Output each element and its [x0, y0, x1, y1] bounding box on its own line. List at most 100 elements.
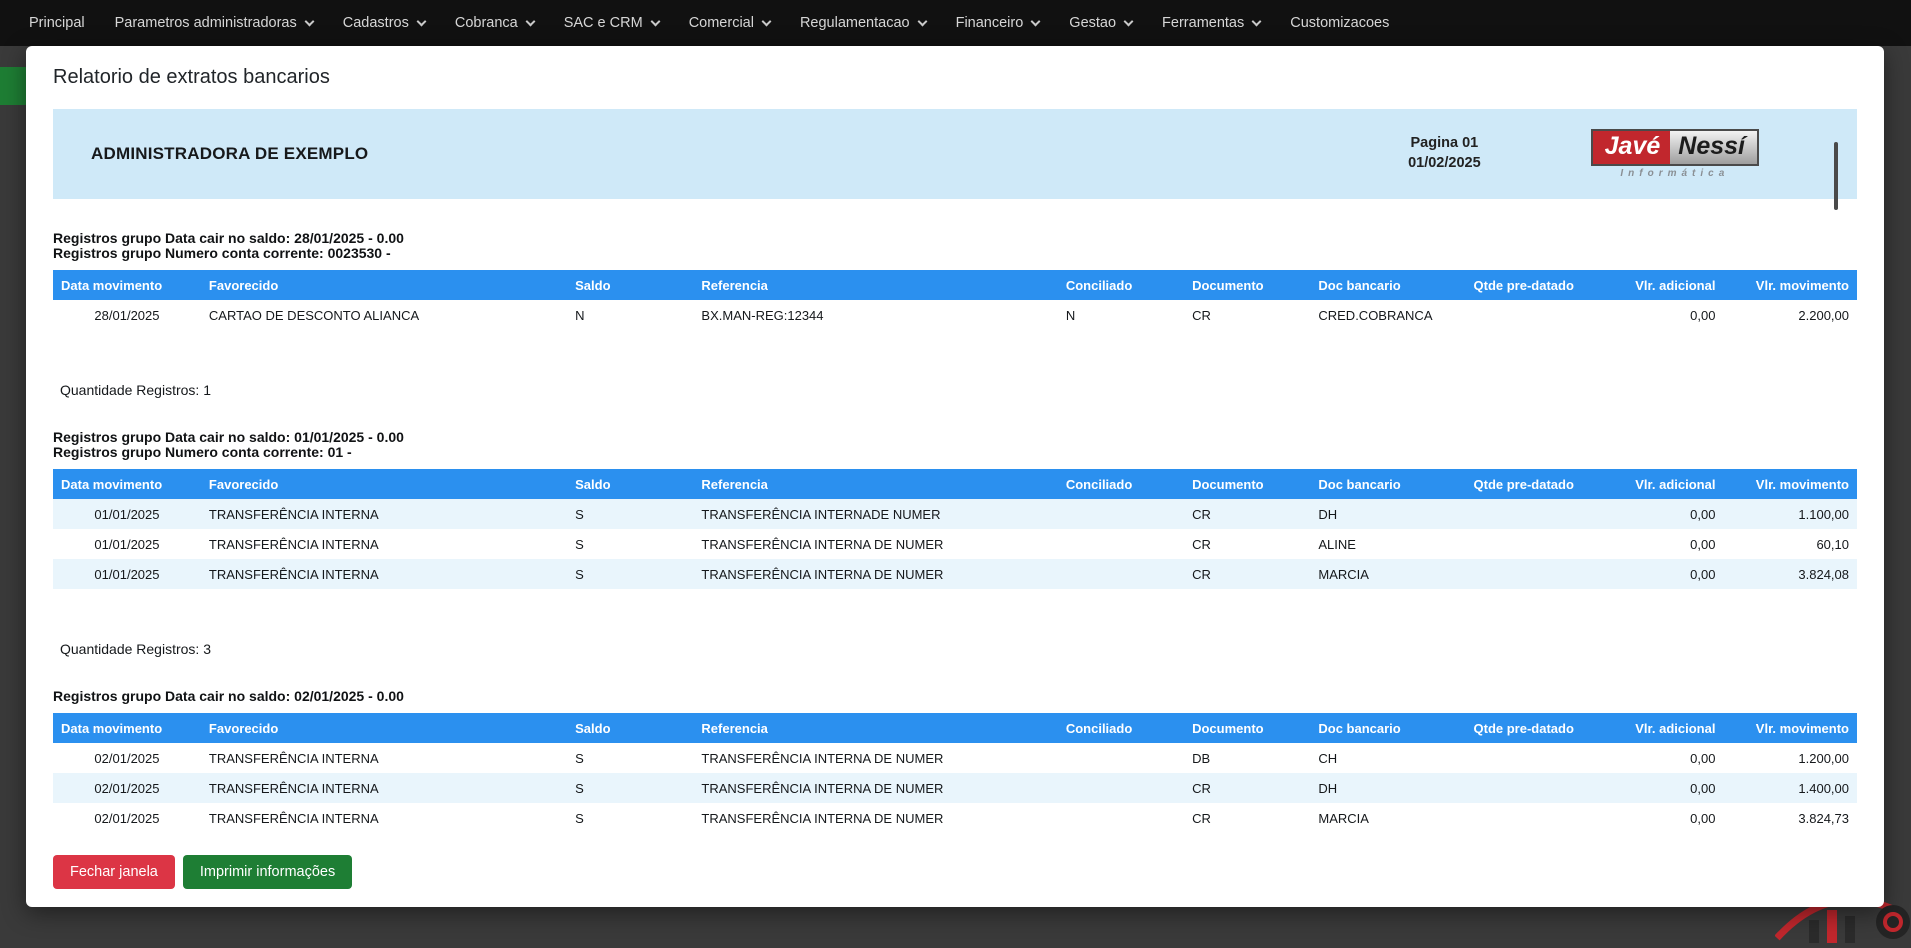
cell-data-movimento: 28/01/2025 — [53, 300, 201, 330]
cell-saldo: S — [567, 499, 693, 529]
column-header: Qtde pre-datado — [1466, 469, 1596, 499]
chevron-down-icon — [416, 16, 426, 26]
page-info: Pagina 01 01/02/2025 — [1408, 134, 1481, 173]
cell-conciliado — [1058, 803, 1184, 833]
cell-data-movimento: 01/01/2025 — [53, 529, 201, 559]
report-header-band: ADMINISTRADORA DE EXEMPLO Pagina 01 01/0… — [53, 109, 1857, 199]
report-table: Data movimentoFavorecidoSaldoReferenciaC… — [53, 270, 1857, 330]
cell-vlr-movimento: 1.200,00 — [1723, 743, 1857, 773]
nav-item-cadastros[interactable]: Cadastros — [328, 0, 440, 46]
report-table: Data movimentoFavorecidoSaldoReferenciaC… — [53, 713, 1857, 833]
nav-item-comercial[interactable]: Comercial — [674, 0, 785, 46]
column-header: Favorecido — [201, 270, 567, 300]
cell-doc-bancario: DH — [1310, 499, 1465, 529]
cell-conciliado — [1058, 743, 1184, 773]
report-header-right: Pagina 01 01/02/2025 JavéNessí Informáti… — [1408, 129, 1759, 179]
cell-favorecido: TRANSFERÊNCIA INTERNA — [201, 773, 567, 803]
cell-qtde-pre-datado — [1466, 529, 1596, 559]
report-section-2: Registros grupo Data cair no saldo: 01/0… — [26, 430, 1884, 657]
cell-vlr-movimento: 1.100,00 — [1723, 499, 1857, 529]
cell-referencia: TRANSFERÊNCIA INTERNADE NUMER — [693, 499, 1057, 529]
report-section-3: Registros grupo Data cair no saldo: 02/0… — [26, 689, 1884, 833]
nav-item-cobranca[interactable]: Cobranca — [440, 0, 549, 46]
close-window-button[interactable]: Fechar janela — [53, 855, 175, 889]
cell-referencia: TRANSFERÊNCIA INTERNA DE NUMER — [693, 529, 1057, 559]
cell-documento: CR — [1184, 300, 1310, 330]
modal-footer: Fechar janela Imprimir informações — [53, 855, 1857, 889]
column-header: Vlr. movimento — [1723, 469, 1857, 499]
cell-doc-bancario: DH — [1310, 773, 1465, 803]
group-heading: Registros grupo Data cair no saldo: 28/0… — [53, 231, 1857, 261]
nav-item-principal[interactable]: Principal — [14, 0, 100, 46]
table-row: 02/01/2025 TRANSFERÊNCIA INTERNA S TRANS… — [53, 803, 1857, 833]
records-count: Quantidade Registros: 3 — [60, 641, 1857, 657]
table-header-row: Data movimentoFavorecidoSaldoReferenciaC… — [53, 713, 1857, 743]
cell-data-movimento: 02/01/2025 — [53, 773, 201, 803]
column-header: Vlr. movimento — [1723, 270, 1857, 300]
nav-item-ferramentas[interactable]: Ferramentas — [1147, 0, 1275, 46]
group-heading-line: Registros grupo Numero conta corrente: 0… — [53, 246, 1857, 261]
cell-favorecido: TRANSFERÊNCIA INTERNA — [201, 743, 567, 773]
group-heading-line: Registros grupo Data cair no saldo: 01/0… — [53, 430, 1857, 445]
cell-favorecido: TRANSFERÊNCIA INTERNA — [201, 803, 567, 833]
column-header: Documento — [1184, 270, 1310, 300]
cell-referencia: TRANSFERÊNCIA INTERNA DE NUMER — [693, 773, 1057, 803]
cell-doc-bancario: MARCIA — [1310, 803, 1465, 833]
cell-saldo: S — [567, 529, 693, 559]
column-header: Referencia — [693, 713, 1057, 743]
scrollbar-thumb[interactable] — [1834, 142, 1838, 210]
cell-vlr-adicional: 0,00 — [1595, 743, 1723, 773]
cell-conciliado — [1058, 499, 1184, 529]
nav-item-customizacoes[interactable]: Customizacoes — [1275, 0, 1404, 46]
cell-vlr-movimento: 3.824,73 — [1723, 803, 1857, 833]
table-header-row: Data movimentoFavorecidoSaldoReferenciaC… — [53, 469, 1857, 499]
cell-saldo: S — [567, 803, 693, 833]
cell-qtde-pre-datado — [1466, 300, 1596, 330]
column-header: Referencia — [693, 270, 1057, 300]
chevron-down-icon — [917, 16, 927, 26]
nav-item-label: Cadastros — [343, 15, 409, 31]
nav-item-gestao[interactable]: Gestao — [1054, 0, 1147, 46]
cell-vlr-movimento: 1.400,00 — [1723, 773, 1857, 803]
cell-qtde-pre-datado — [1466, 499, 1596, 529]
nav-item-sac-e-crm[interactable]: SAC e CRM — [549, 0, 674, 46]
report-table: Data movimentoFavorecidoSaldoReferenciaC… — [53, 469, 1857, 589]
cell-documento: CR — [1184, 499, 1310, 529]
report-date: 01/02/2025 — [1408, 154, 1481, 174]
company-logo: JavéNessí Informática — [1591, 129, 1759, 179]
nav-item-label: SAC e CRM — [564, 15, 643, 31]
cell-saldo: S — [567, 773, 693, 803]
logo-text-jave: Javé — [1593, 131, 1671, 164]
report-section-1: Registros grupo Data cair no saldo: 28/0… — [26, 231, 1884, 398]
nav-item-financeiro[interactable]: Financeiro — [941, 0, 1055, 46]
column-header: Qtde pre-datado — [1466, 713, 1596, 743]
cell-vlr-adicional: 0,00 — [1595, 803, 1723, 833]
nav-item-label: Parametros administradoras — [115, 15, 297, 31]
cell-referencia: TRANSFERÊNCIA INTERNA DE NUMER — [693, 743, 1057, 773]
column-header: Saldo — [567, 469, 693, 499]
column-header: Doc bancario — [1310, 469, 1465, 499]
cell-conciliado — [1058, 559, 1184, 589]
cell-qtde-pre-datado — [1466, 743, 1596, 773]
cell-vlr-adicional: 0,00 — [1595, 499, 1723, 529]
table-row: 02/01/2025 TRANSFERÊNCIA INTERNA S TRANS… — [53, 773, 1857, 803]
column-header: Vlr. adicional — [1595, 713, 1723, 743]
cell-conciliado — [1058, 529, 1184, 559]
nav-item-regulamentacao[interactable]: Regulamentacao — [785, 0, 941, 46]
cell-documento: CR — [1184, 773, 1310, 803]
chevron-down-icon — [1124, 16, 1134, 26]
chevron-down-icon — [650, 16, 660, 26]
nav-item-label: Ferramentas — [1162, 15, 1244, 31]
column-header: Doc bancario — [1310, 270, 1465, 300]
logo-subtitle: Informática — [1591, 168, 1759, 179]
nav-item-label: Regulamentacao — [800, 15, 910, 31]
cell-doc-bancario: ALINE — [1310, 529, 1465, 559]
print-info-button[interactable]: Imprimir informações — [183, 855, 352, 889]
group-heading-line: Registros grupo Data cair no saldo: 02/0… — [53, 689, 1857, 704]
nav-item-parametros-administradoras[interactable]: Parametros administradoras — [100, 0, 328, 46]
column-header: Documento — [1184, 469, 1310, 499]
column-header: Vlr. adicional — [1595, 469, 1723, 499]
cell-favorecido: TRANSFERÊNCIA INTERNA — [201, 499, 567, 529]
table-row: 01/01/2025 TRANSFERÊNCIA INTERNA S TRANS… — [53, 529, 1857, 559]
cell-data-movimento: 01/01/2025 — [53, 559, 201, 589]
